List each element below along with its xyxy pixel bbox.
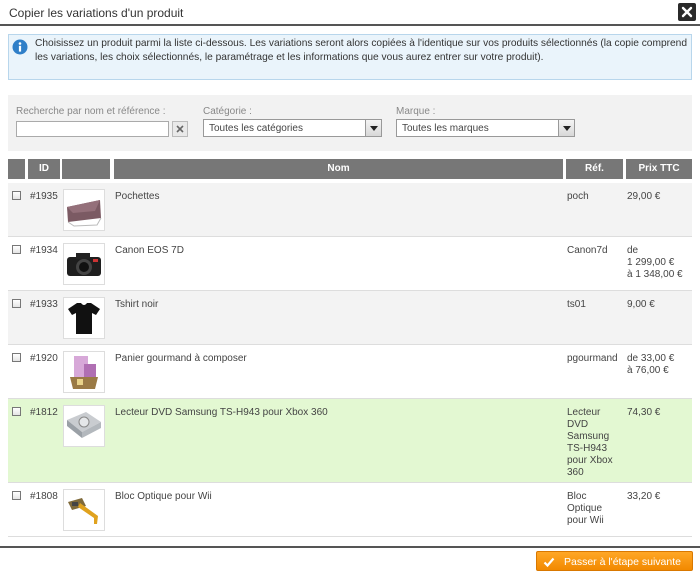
row-ref: poch: [567, 191, 589, 202]
table-row[interactable]: #1808 Bloc Optique pour Wii Bloc Optique…: [8, 483, 692, 537]
row-name: Bloc Optique pour Wii: [115, 491, 212, 502]
search-input[interactable]: [16, 121, 169, 137]
row-name: Tshirt noir: [115, 299, 159, 310]
category-select-value: Toutes les catégories: [209, 123, 303, 134]
checkmark-icon: [543, 557, 555, 568]
gift-basket-thumbnail: [63, 351, 105, 393]
header-name[interactable]: Nom: [114, 159, 563, 179]
row-checkbox[interactable]: [12, 245, 21, 254]
row-id: #1812: [30, 407, 58, 418]
next-step-button[interactable]: Passer à l'étape suivante: [536, 551, 693, 571]
table-row[interactable]: #1920 Panier gourmand à composer pgourma…: [8, 345, 692, 399]
table-row[interactable]: #1933 Tshirt noir ts01 9,00 €: [8, 291, 692, 345]
row-name: Panier gourmand à composer: [115, 353, 247, 364]
row-price: de 1 299,00 € à 1 348,00 €: [627, 245, 683, 280]
row-name: Canon EOS 7D: [115, 245, 184, 256]
dvd-drive-thumbnail: [63, 405, 105, 447]
row-ref: pgourmand: [567, 353, 618, 364]
row-id: #1808: [30, 491, 58, 502]
info-text: Choisissez un produit parmi la liste ci-…: [35, 38, 688, 63]
row-id: #1933: [30, 299, 58, 310]
info-icon: [12, 39, 28, 55]
row-checkbox[interactable]: [12, 407, 21, 416]
table-row[interactable]: #1935 Pochettes poch 29,00 €: [8, 183, 692, 237]
header-price[interactable]: Prix TTC: [626, 159, 692, 179]
row-checkbox[interactable]: [12, 299, 21, 308]
filter-panel: Recherche par nom et référence : Catégor…: [8, 95, 692, 151]
header-checkbox-column: [8, 159, 25, 179]
row-id: #1935: [30, 191, 58, 202]
table-row[interactable]: #1934 Canon EOS 7D Canon7d de 1 299,00 €…: [8, 237, 692, 291]
row-checkbox[interactable]: [12, 491, 21, 500]
camera-thumbnail: [63, 243, 105, 285]
header-ref[interactable]: Réf.: [566, 159, 623, 179]
dialog-titlebar: Copier les variations d'un produit: [0, 0, 700, 26]
row-price: 9,00 €: [627, 299, 655, 310]
row-name: Pochettes: [115, 191, 160, 202]
next-step-label: Passer à l'étape suivante: [564, 556, 681, 568]
row-ref: Canon7d: [567, 245, 608, 256]
tshirt-thumbnail: [63, 297, 105, 339]
brand-select-value: Toutes les marques: [402, 123, 489, 134]
row-id: #1934: [30, 245, 58, 256]
clutch-bag-thumbnail: [63, 189, 105, 231]
table-row[interactable]: #1812 Lecteur DVD Samsung TS-H943 pour X…: [8, 399, 692, 483]
search-label: Recherche par nom et référence :: [16, 106, 166, 117]
header-thumbnail-column: [62, 159, 110, 179]
close-icon[interactable]: [678, 3, 696, 21]
row-checkbox[interactable]: [12, 353, 21, 362]
row-price: 33,20 €: [627, 491, 661, 502]
optical-block-thumbnail: [63, 489, 105, 531]
category-select[interactable]: Toutes les catégories: [203, 119, 382, 137]
chevron-down-icon[interactable]: [558, 120, 574, 136]
clear-search-icon[interactable]: [172, 121, 188, 137]
row-ref: Lecteur DVD Samsung TS-H943 pour Xbox 36…: [567, 407, 613, 478]
dialog-title: Copier les variations d'un produit: [9, 6, 184, 20]
header-id[interactable]: ID: [28, 159, 60, 179]
brand-select[interactable]: Toutes les marques: [396, 119, 575, 137]
row-price: 29,00 €: [627, 191, 661, 202]
row-price: de 33,00 € à 76,00 €: [627, 353, 675, 376]
row-name: Lecteur DVD Samsung TS-H943 pour Xbox 36…: [115, 407, 328, 418]
row-price: 74,30 €: [627, 407, 661, 418]
category-label: Catégorie :: [203, 106, 252, 117]
table-header: ID Nom Réf. Prix TTC: [8, 159, 692, 179]
brand-label: Marque :: [396, 106, 436, 117]
footer-divider: [0, 546, 700, 548]
row-checkbox[interactable]: [12, 191, 21, 200]
row-id: #1920: [30, 353, 58, 364]
chevron-down-icon[interactable]: [365, 120, 381, 136]
product-table: #1935 Pochettes poch 29,00 € #1934 Canon…: [8, 183, 692, 537]
info-box: Choisissez un produit parmi la liste ci-…: [8, 34, 692, 80]
row-ref: Bloc Optique pour Wii: [567, 491, 604, 526]
row-ref: ts01: [567, 299, 586, 310]
